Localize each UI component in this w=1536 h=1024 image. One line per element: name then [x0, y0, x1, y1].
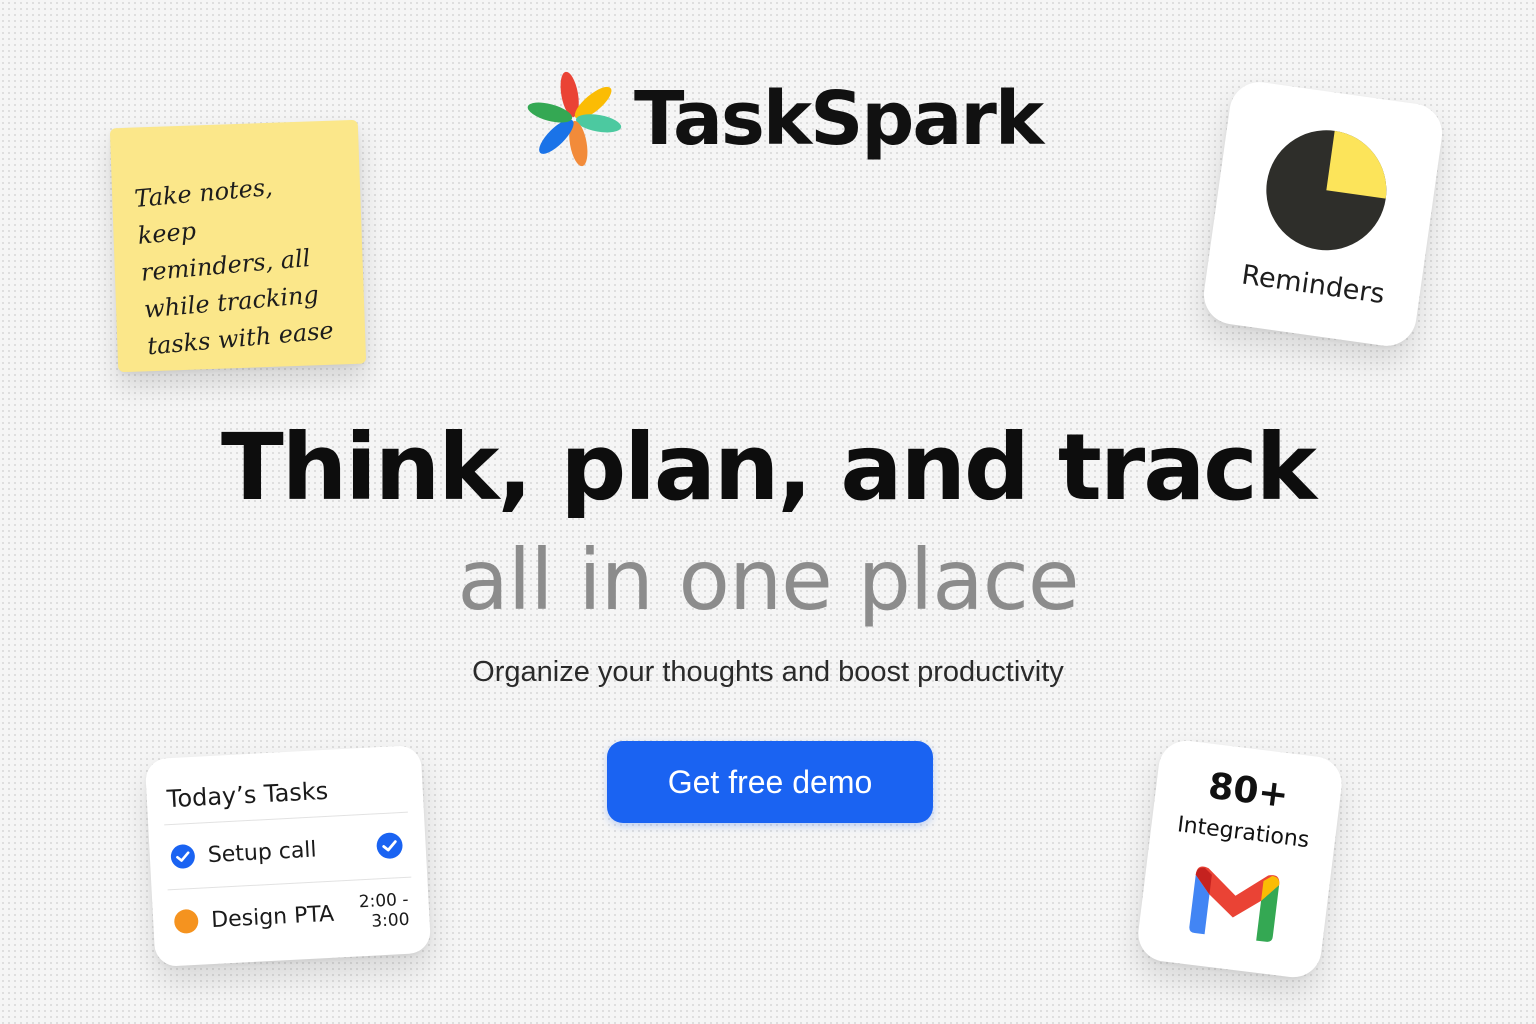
task-row[interactable]: Design PTA 2:00 - 3:00 [167, 876, 415, 955]
check-circle-icon[interactable] [375, 831, 404, 860]
check-circle-icon[interactable] [169, 843, 196, 870]
gmail-icon [1189, 866, 1280, 942]
orange-dot-icon [173, 908, 199, 935]
task-time-end: 3:00 [370, 909, 411, 932]
get-free-demo-button[interactable]: Get free demo [607, 741, 933, 823]
task-name: Design PTA [210, 901, 335, 933]
todays-tasks-card: Today’s Tasks Setup call Design PTA 2:00… [144, 744, 432, 968]
task-time: 2:00 - 3:00 [354, 890, 410, 933]
sticky-note: Take notes, keep reminders, all while tr… [109, 119, 367, 373]
task-name: Setup call [207, 837, 318, 868]
hero-headline: Think, plan, and track [220, 414, 1317, 521]
sticky-note-text: Take notes, keep reminders, all while tr… [133, 163, 352, 365]
integrations-card: 80+ Integrations [1135, 737, 1345, 981]
hero-subheading: Organize your thoughts and boost product… [472, 656, 1064, 688]
hero-headline-secondary: all in one place [457, 531, 1079, 629]
pie-clock-icon [1266, 130, 1387, 251]
reminders-label: Reminders [1239, 259, 1387, 311]
brand-logo[interactable]: TaskSpark [522, 64, 1044, 174]
pinwheel-spark-icon [527, 71, 622, 167]
brand-name: TaskSpark [634, 76, 1044, 162]
reminders-card: Reminders [1200, 78, 1446, 350]
